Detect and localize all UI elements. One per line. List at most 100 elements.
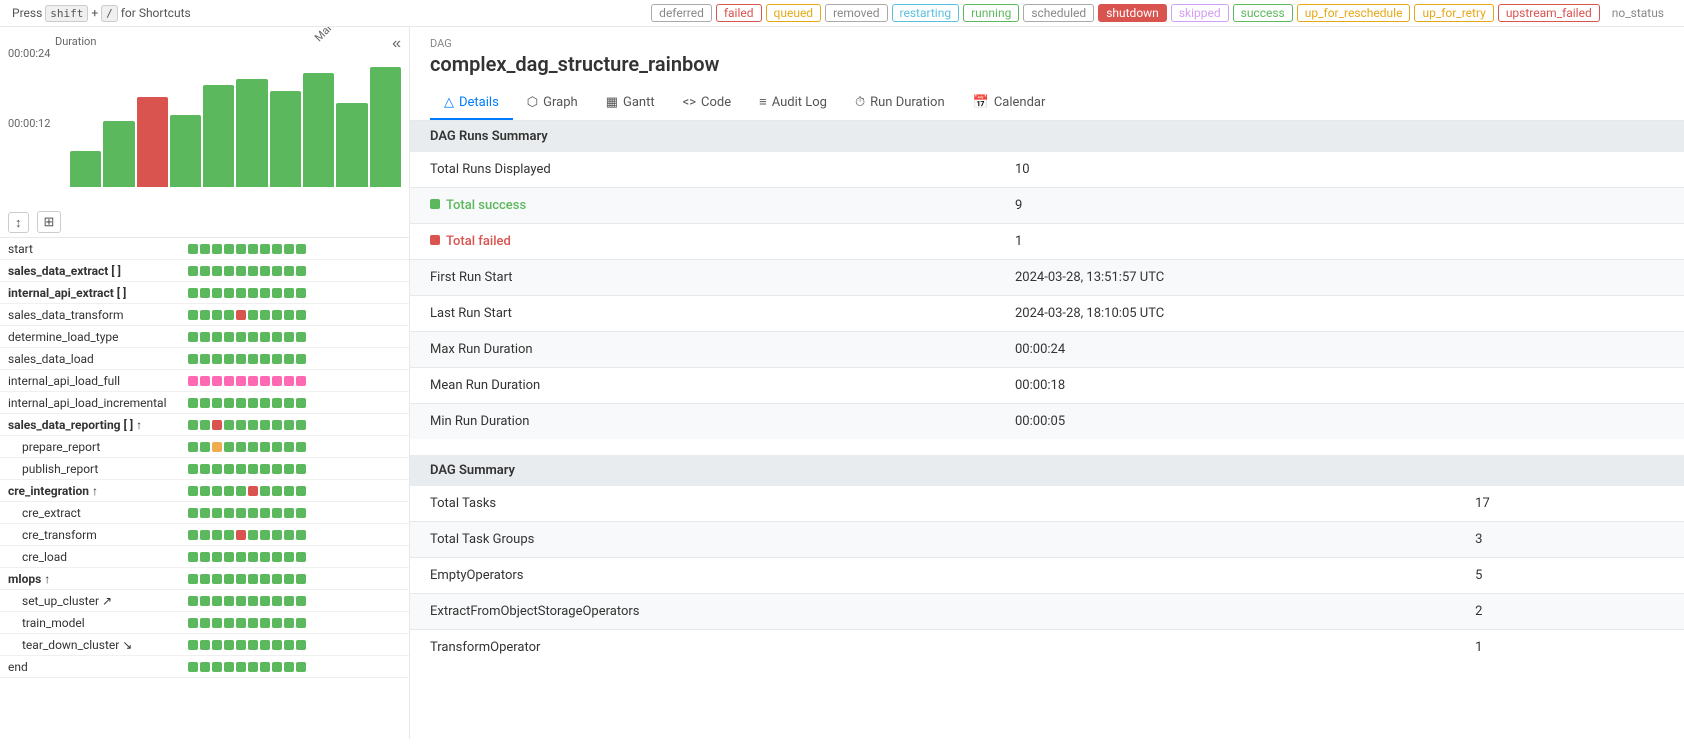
task-dot xyxy=(200,486,210,496)
chart-duration-label: Duration xyxy=(55,35,96,48)
dag-summary-table: Total Tasks17Total Task Groups3EmptyOper… xyxy=(410,486,1684,665)
tab-audit_log[interactable]: ≡Audit Log xyxy=(745,86,841,120)
row-value: 2024-03-28, 13:51:57 UTC xyxy=(995,260,1684,296)
task-row[interactable]: sales_data_extract [ ] xyxy=(0,260,409,282)
filter-button[interactable]: ⊞ xyxy=(37,211,62,233)
tab-details[interactable]: △Details xyxy=(430,86,513,120)
task-name: sales_data_extract [ ] xyxy=(8,264,188,278)
task-row[interactable]: sales_data_transform xyxy=(0,304,409,326)
badge-failed[interactable]: failed xyxy=(716,4,762,22)
task-dot xyxy=(272,618,282,628)
task-dot xyxy=(224,420,234,430)
task-row[interactable]: determine_load_type xyxy=(0,326,409,348)
task-dots xyxy=(188,288,306,298)
task-row[interactable]: set_up_cluster ↗ xyxy=(0,590,409,612)
task-dot xyxy=(224,552,234,562)
task-dot xyxy=(248,552,258,562)
task-dot xyxy=(260,310,270,320)
task-dot xyxy=(200,442,210,452)
badge-no_status[interactable]: no_status xyxy=(1604,4,1672,22)
gantt-icon: ▦ xyxy=(606,95,618,110)
task-row[interactable]: mlops ↑ xyxy=(0,568,409,590)
task-dot xyxy=(248,574,258,584)
task-dot xyxy=(224,398,234,408)
task-dot xyxy=(224,640,234,650)
tab-code[interactable]: <>Code xyxy=(669,86,746,120)
badge-up_for_retry[interactable]: up_for_retry xyxy=(1414,4,1493,22)
row-label: Total failed xyxy=(410,224,995,260)
task-dot xyxy=(272,244,282,254)
task-dot xyxy=(224,244,234,254)
badge-queued[interactable]: queued xyxy=(766,4,822,22)
task-dots xyxy=(188,442,306,452)
badge-skipped[interactable]: skipped xyxy=(1171,4,1229,22)
tab-gantt[interactable]: ▦Gantt xyxy=(592,86,669,120)
row-label: Min Run Duration xyxy=(410,404,995,440)
task-dots xyxy=(188,310,306,320)
task-row[interactable]: end xyxy=(0,656,409,678)
table-row: Total Tasks17 xyxy=(410,486,1684,522)
task-dot xyxy=(296,442,306,452)
task-dot xyxy=(272,640,282,650)
task-row[interactable]: internal_api_load_incremental xyxy=(0,392,409,414)
expand-button[interactable]: ↕ xyxy=(8,212,29,233)
task-dot xyxy=(284,442,294,452)
tab-graph[interactable]: ⬡Graph xyxy=(513,86,592,120)
task-dot xyxy=(188,398,198,408)
task-name: cre_transform xyxy=(8,528,188,542)
task-row[interactable]: prepare_report xyxy=(0,436,409,458)
failed-dot xyxy=(430,235,440,245)
task-dot xyxy=(212,244,222,254)
task-dot xyxy=(284,266,294,276)
task-dots xyxy=(188,486,306,496)
badge-scheduled[interactable]: scheduled xyxy=(1023,4,1094,22)
task-row[interactable]: train_model xyxy=(0,612,409,634)
task-row[interactable]: start xyxy=(0,238,409,260)
task-row[interactable]: cre_integration ↑ xyxy=(0,480,409,502)
task-dot xyxy=(284,508,294,518)
task-dot xyxy=(272,442,282,452)
task-dots xyxy=(188,398,306,408)
chart-y-labels: 00:00:24 00:00:12 xyxy=(8,47,50,187)
task-row[interactable]: internal_api_load_full xyxy=(0,370,409,392)
task-row[interactable]: cre_transform xyxy=(0,524,409,546)
badge-restarting[interactable]: restarting xyxy=(892,4,960,22)
task-dot xyxy=(212,508,222,518)
badge-up_for_reschedule[interactable]: up_for_reschedule xyxy=(1297,4,1411,22)
badge-running[interactable]: running xyxy=(963,4,1019,22)
task-dot xyxy=(284,530,294,540)
task-dot xyxy=(296,596,306,606)
tab-calendar[interactable]: 📅Calendar xyxy=(959,86,1060,120)
table-row: Total failed1 xyxy=(410,224,1684,260)
task-row[interactable]: publish_report xyxy=(0,458,409,480)
row-label: TransformOperator xyxy=(410,630,1455,666)
task-dot xyxy=(188,552,198,562)
task-row[interactable]: internal_api_extract [ ] xyxy=(0,282,409,304)
task-dots xyxy=(188,552,306,562)
badge-upstream_failed[interactable]: upstream_failed xyxy=(1498,4,1600,22)
task-row[interactable]: tear_down_cluster ↘ xyxy=(0,634,409,656)
task-dot xyxy=(212,662,222,672)
badge-removed[interactable]: removed xyxy=(825,4,887,22)
badge-shutdown[interactable]: shutdown xyxy=(1098,4,1167,22)
row-label: Total Task Groups xyxy=(410,522,1455,558)
task-row[interactable]: cre_extract xyxy=(0,502,409,524)
tab-run_duration[interactable]: ⏱Run Duration xyxy=(841,86,959,120)
task-dots xyxy=(188,662,306,672)
task-dot xyxy=(212,310,222,320)
task-row[interactable]: cre_load xyxy=(0,546,409,568)
row-label: Max Run Duration xyxy=(410,332,995,368)
task-dot xyxy=(224,596,234,606)
table-row: TransformOperator1 xyxy=(410,630,1684,666)
task-dot xyxy=(212,486,222,496)
task-dot xyxy=(272,486,282,496)
badge-success[interactable]: success xyxy=(1233,4,1293,22)
task-name: internal_api_extract [ ] xyxy=(8,286,188,300)
task-row[interactable]: sales_data_load xyxy=(0,348,409,370)
task-dot xyxy=(200,552,210,562)
badge-deferred[interactable]: deferred xyxy=(651,4,712,22)
task-row[interactable]: sales_data_reporting [ ] ↑ xyxy=(0,414,409,436)
task-dot xyxy=(236,244,246,254)
bar-0 xyxy=(70,151,101,187)
task-dot xyxy=(284,618,294,628)
